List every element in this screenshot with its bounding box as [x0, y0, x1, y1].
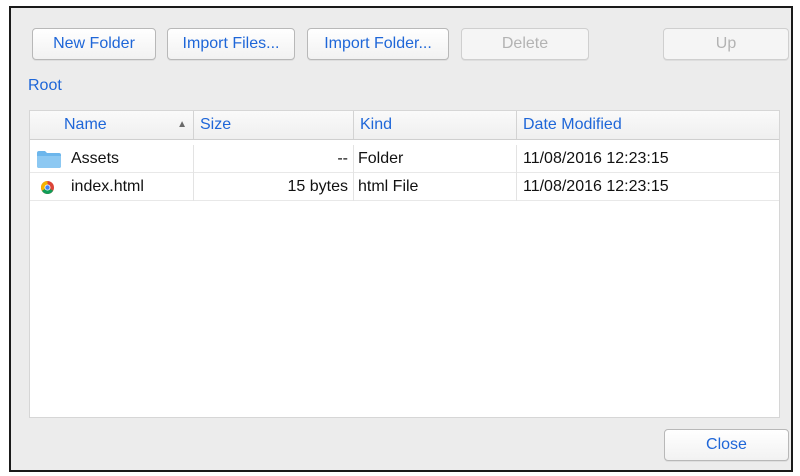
column-name-label: Name	[64, 116, 107, 133]
column-size[interactable]: Size	[194, 111, 354, 139]
import-folder-button[interactable]: Import Folder...	[307, 28, 449, 60]
file-list: Name ▲ Size Kind Date Modified Assets --…	[29, 110, 780, 418]
row-size: --	[194, 145, 354, 173]
row-date: 11/08/2016 12:23:15	[523, 178, 669, 195]
table-row[interactable]: Assets -- Folder 11/08/2016 12:23:15	[30, 145, 779, 173]
column-date-modified[interactable]: Date Modified	[517, 111, 781, 139]
table-row[interactable]: index.html 15 bytes html File 11/08/2016…	[30, 173, 779, 201]
up-button[interactable]: Up	[663, 28, 789, 60]
column-name[interactable]: Name ▲	[30, 111, 194, 139]
new-folder-button[interactable]: New Folder	[32, 28, 156, 60]
row-kind: html File	[354, 173, 517, 201]
row-name: index.html	[30, 173, 194, 201]
import-files-button[interactable]: Import Files...	[167, 28, 295, 60]
row-name: Assets	[30, 145, 194, 173]
column-date-label: Date Modified	[523, 116, 622, 133]
delete-button[interactable]: Delete	[461, 28, 589, 60]
breadcrumb-root[interactable]: Root	[28, 77, 62, 95]
column-size-label: Size	[200, 116, 232, 133]
row-kind: Folder	[354, 145, 517, 173]
row-date: 11/08/2016 12:23:15	[523, 150, 669, 167]
column-kind[interactable]: Kind	[354, 111, 517, 139]
close-button[interactable]: Close	[664, 429, 789, 461]
sort-ascending-icon: ▲	[177, 119, 187, 130]
row-size: 15 bytes	[194, 173, 354, 201]
file-manager-dialog: New Folder Import Files... Import Folder…	[9, 6, 793, 472]
table-header: Name ▲ Size Kind Date Modified	[30, 111, 779, 140]
column-kind-label: Kind	[360, 116, 393, 133]
